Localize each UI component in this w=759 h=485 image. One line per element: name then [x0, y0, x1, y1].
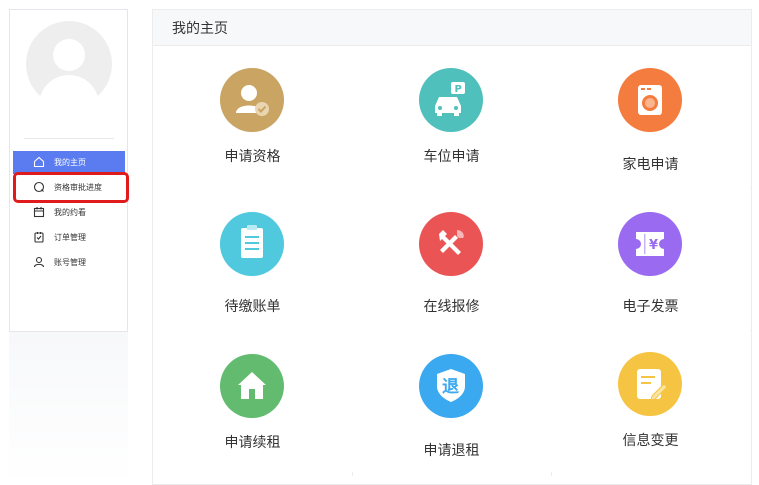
feature-grid: 申请资格 P 车位申请 家电申请 待缴账单 在线报修 ¥ 电子发票 申请续租 退… [153, 46, 751, 476]
sidebar-divider [24, 138, 114, 139]
card-label: 待缴账单 [224, 299, 281, 315]
card-label: 信息变更 [622, 433, 679, 449]
card-appliance-application[interactable]: 家电申请 [551, 46, 750, 188]
card-label: 电子发票 [622, 299, 679, 315]
sidebar-item-label: 账号管理 [54, 258, 86, 267]
invoice-glyph: ¥ [649, 238, 658, 253]
card-renew-lease[interactable]: 申请续租 [153, 330, 352, 472]
user-icon [33, 256, 45, 268]
sidebar-item-label: 订单管理 [54, 233, 86, 242]
checklist-icon [34, 232, 44, 243]
card-label: 申请续租 [224, 435, 281, 451]
washing-machine-icon [618, 68, 682, 132]
invoice-icon: ¥ [618, 212, 682, 276]
sidebar-item-account[interactable]: 账号管理 [13, 251, 125, 274]
parking-car-icon: P [419, 68, 483, 132]
card-label: 申请退租 [423, 443, 480, 459]
bill-icon [220, 212, 284, 276]
sidebar-nav: 我的主页 资格审批进度 我的约看 订单管理 账号管理 [13, 151, 125, 276]
calendar-icon [33, 207, 45, 218]
card-pending-bills[interactable]: 待缴账单 [153, 188, 352, 330]
sidebar-item-label: 我的主页 [54, 158, 86, 167]
svg-text:P: P [455, 84, 462, 95]
page-title: 我的主页 [172, 21, 228, 37]
card-apply-qualification[interactable]: 申请资格 [153, 46, 352, 188]
card-parking-application[interactable]: P 车位申请 [352, 46, 551, 188]
card-label: 家电申请 [622, 157, 679, 173]
highlight-box [13, 172, 129, 203]
house-icon [220, 354, 284, 418]
avatar[interactable] [26, 21, 112, 107]
card-online-repair[interactable]: 在线报修 [352, 188, 551, 330]
home-icon [33, 156, 45, 168]
edit-form-icon [618, 352, 682, 416]
sidebar-item-orders[interactable]: 订单管理 [13, 226, 125, 249]
card-label: 车位申请 [423, 149, 480, 165]
repair-tools-icon [419, 212, 483, 276]
card-label: 在线报修 [423, 299, 480, 315]
shield-glyph: 退 [442, 377, 459, 397]
card-e-invoice[interactable]: ¥ 电子发票 [551, 188, 750, 330]
page-header: 我的主页 [153, 10, 751, 46]
sidebar: 我的主页 资格审批进度 我的约看 订单管理 账号管理 [9, 9, 128, 332]
user-check-icon [220, 68, 284, 132]
shield-checkout-icon: 退 [419, 354, 483, 418]
sidebar-shadow [9, 332, 128, 485]
card-terminate-lease[interactable]: 退 申请退租 [352, 330, 551, 472]
card-label: 申请资格 [224, 149, 281, 165]
sidebar-item-appointments[interactable]: 我的约看 [13, 201, 125, 224]
sidebar-item-label: 我的约看 [54, 208, 86, 217]
sidebar-item-home[interactable]: 我的主页 [13, 151, 125, 174]
card-info-change[interactable]: 信息变更 [551, 330, 750, 472]
